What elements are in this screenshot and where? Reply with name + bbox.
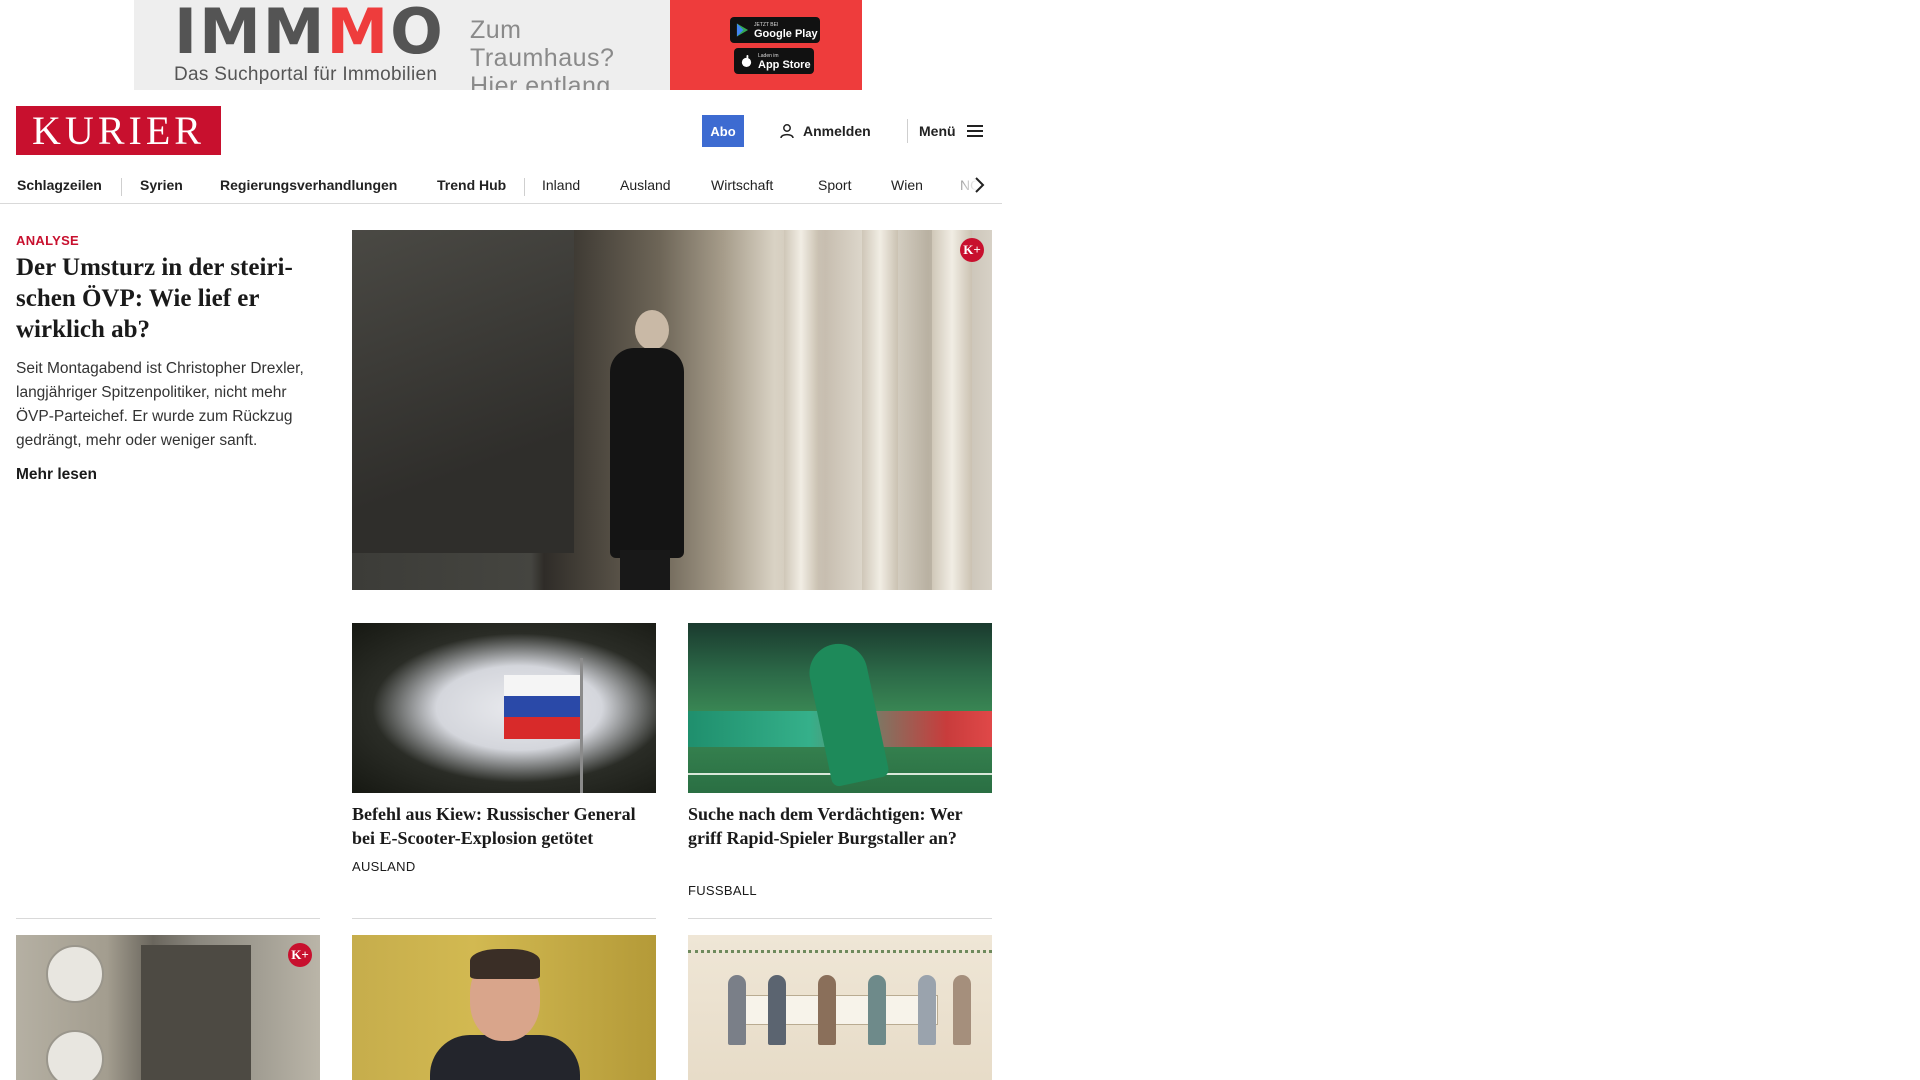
card-image-portrait[interactable] bbox=[352, 935, 656, 1080]
card-image-illustration[interactable] bbox=[688, 935, 992, 1080]
premium-badge: K+ bbox=[960, 238, 984, 262]
nav-item-ausland[interactable]: Ausland bbox=[620, 166, 671, 203]
portrait-hair bbox=[470, 949, 540, 979]
illustration-figure bbox=[953, 975, 971, 1045]
lead-image-person-legs bbox=[620, 550, 670, 590]
portrait-suit bbox=[430, 1035, 580, 1080]
user-icon bbox=[780, 124, 794, 139]
lead-image-person-head bbox=[635, 310, 669, 350]
coat-of-arms bbox=[46, 945, 104, 1003]
lead-image[interactable]: K+ bbox=[352, 230, 992, 590]
card-image-court-building[interactable]: K+ bbox=[16, 935, 320, 1080]
illustration-figure bbox=[918, 975, 936, 1045]
russian-flag bbox=[504, 675, 580, 739]
login-button[interactable]: Anmelden bbox=[779, 118, 871, 144]
hamburger-icon bbox=[966, 125, 983, 137]
section-divider bbox=[16, 918, 320, 919]
card-category-tag[interactable]: FUSSBALL bbox=[688, 883, 757, 898]
google-play-icon bbox=[736, 23, 749, 37]
main-navigation: Schlagzeilen Syrien Regierungsverhandlun… bbox=[0, 166, 1002, 204]
nav-item-inland[interactable]: Inland bbox=[542, 166, 580, 203]
google-play-label: Google Play bbox=[754, 28, 818, 40]
ad-claim-line2: Hier entlang. bbox=[470, 72, 619, 90]
kurier-logo[interactable]: KURIER bbox=[16, 106, 221, 155]
lead-headline[interactable]: Der Umsturz in der steiri­schen ÖVP: Wie… bbox=[16, 252, 326, 345]
nav-item-syrien[interactable]: Syrien bbox=[140, 166, 183, 203]
chevron-right-icon[interactable] bbox=[970, 176, 988, 194]
premium-badge: K+ bbox=[288, 943, 312, 967]
lead-kicker: ANALYSE bbox=[16, 233, 80, 248]
lead-image-pillar bbox=[784, 230, 818, 590]
lead-image-pillar bbox=[932, 230, 972, 590]
card-headline[interactable]: Suche nach dem Verdächtigen: Wer griff R… bbox=[688, 802, 992, 850]
menu-label: Menü bbox=[919, 123, 956, 139]
lead-image-person bbox=[610, 348, 684, 558]
building-doorway bbox=[141, 945, 251, 1080]
nav-item-sport[interactable]: Sport bbox=[818, 166, 851, 203]
nav-divider bbox=[524, 178, 525, 196]
lead-image-pillar bbox=[862, 230, 898, 590]
menu-button[interactable]: Menü bbox=[919, 118, 984, 144]
card-category-tag[interactable]: AUSLAND bbox=[352, 859, 416, 874]
ad-left-panel: IMMMO Das Suchportal für Immobilien Zum … bbox=[134, 0, 670, 90]
header-divider bbox=[907, 119, 908, 143]
flag-pole bbox=[580, 658, 583, 793]
immmo-ad-banner[interactable]: IMMMO Das Suchportal für Immobilien Zum … bbox=[134, 0, 862, 90]
coat-of-arms bbox=[46, 1030, 104, 1080]
premium-badge-label: K+ bbox=[291, 947, 309, 962]
premium-badge-label: K+ bbox=[963, 242, 981, 257]
google-play-button[interactable]: JETZT BEI Google Play bbox=[730, 17, 820, 43]
illustration-figure bbox=[868, 975, 886, 1045]
nav-item-schlagzeilen[interactable]: Schlagzeilen bbox=[17, 166, 102, 203]
ad-claim-line1: Zum Traumhaus? bbox=[470, 16, 615, 72]
nav-item-wirtschaft[interactable]: Wirtschaft bbox=[711, 166, 773, 203]
lead-teaser: Seit Montagabend ist Christopher Drexler… bbox=[16, 360, 304, 449]
illustration-figure bbox=[768, 975, 786, 1045]
section-divider bbox=[688, 918, 992, 919]
card-headline[interactable]: Befehl aus Kiew: Russischer Gene­ral bei… bbox=[352, 802, 656, 850]
lead-image-door bbox=[352, 230, 574, 553]
nav-item-regierungsverhandlungen[interactable]: Regierungsverhandlungen bbox=[220, 166, 397, 203]
nav-divider bbox=[121, 178, 122, 196]
section-divider bbox=[352, 918, 656, 919]
ad-claim: Zum Traumhaus? Hier entlang. bbox=[470, 16, 670, 90]
read-more-link[interactable]: Mehr lesen bbox=[16, 466, 97, 484]
ad-subline: Das Suchportal für Immobilien bbox=[174, 64, 438, 85]
card-image-russia-flag[interactable] bbox=[352, 623, 656, 793]
illustration-figure bbox=[818, 975, 836, 1045]
login-label: Anmelden bbox=[803, 123, 871, 139]
abo-button[interactable]: Abo bbox=[702, 115, 744, 147]
nav-item-wien[interactable]: Wien bbox=[891, 166, 923, 203]
apple-icon bbox=[741, 54, 752, 68]
nav-item-trend-hub[interactable]: Trend Hub bbox=[437, 166, 506, 203]
illustration-figure bbox=[728, 975, 746, 1045]
ad-logo: IMMMO bbox=[174, 0, 445, 68]
app-store-label: App Store bbox=[758, 59, 811, 71]
card-image-football[interactable] bbox=[688, 623, 992, 793]
ad-right-panel: JETZT BEI Google Play Laden im App Store bbox=[670, 0, 862, 90]
illustration-garland bbox=[688, 943, 992, 953]
app-store-button[interactable]: Laden im App Store bbox=[734, 48, 814, 74]
